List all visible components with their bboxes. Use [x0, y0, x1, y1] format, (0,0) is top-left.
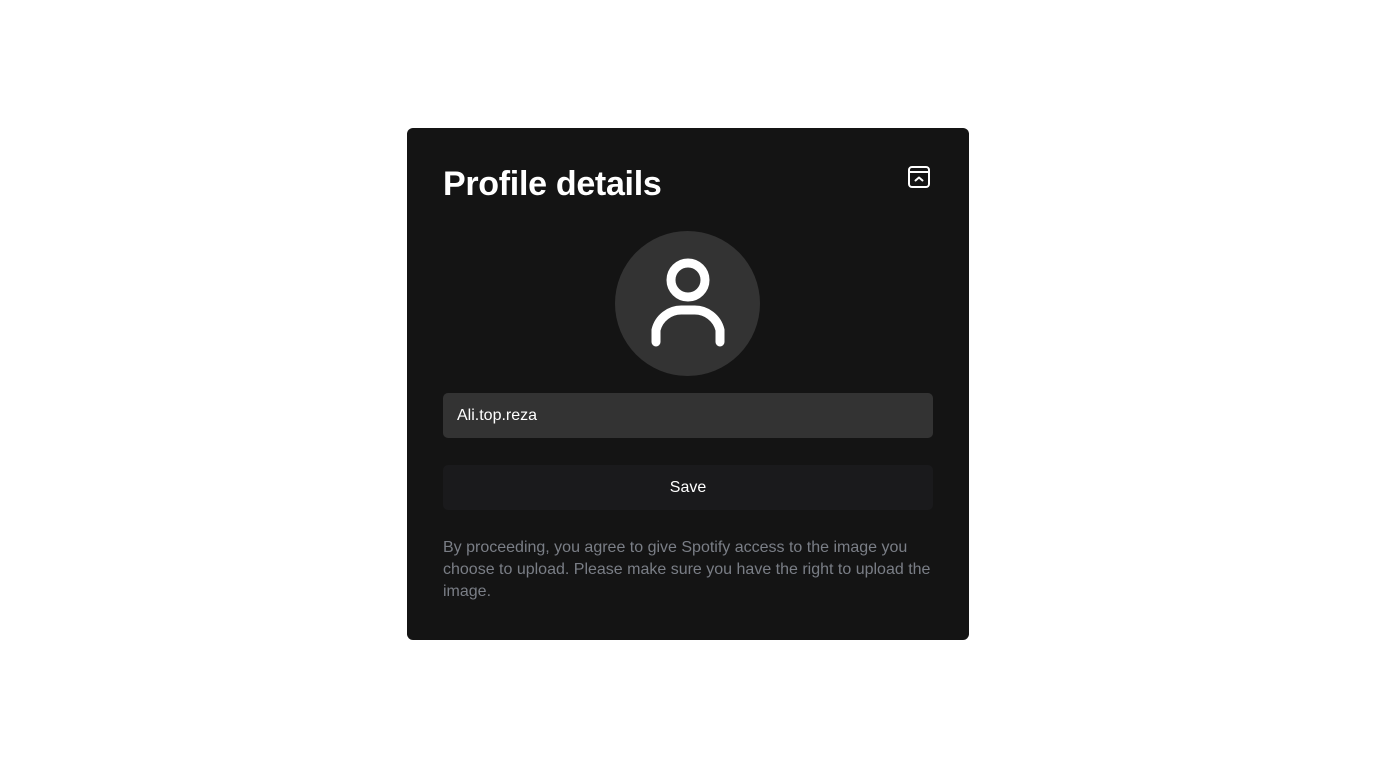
dialog-title: Profile details	[443, 165, 662, 203]
user-icon	[648, 256, 728, 352]
profile-details-dialog: Profile details Save By proceeding, you …	[407, 128, 969, 640]
display-name-input[interactable]	[443, 393, 933, 438]
collapse-up-icon	[907, 165, 931, 189]
avatar[interactable]	[615, 231, 760, 376]
disclaimer-text: By proceeding, you agree to give Spotify…	[443, 539, 931, 600]
save-button[interactable]: Save	[443, 465, 933, 510]
collapse-button[interactable]	[903, 161, 935, 193]
